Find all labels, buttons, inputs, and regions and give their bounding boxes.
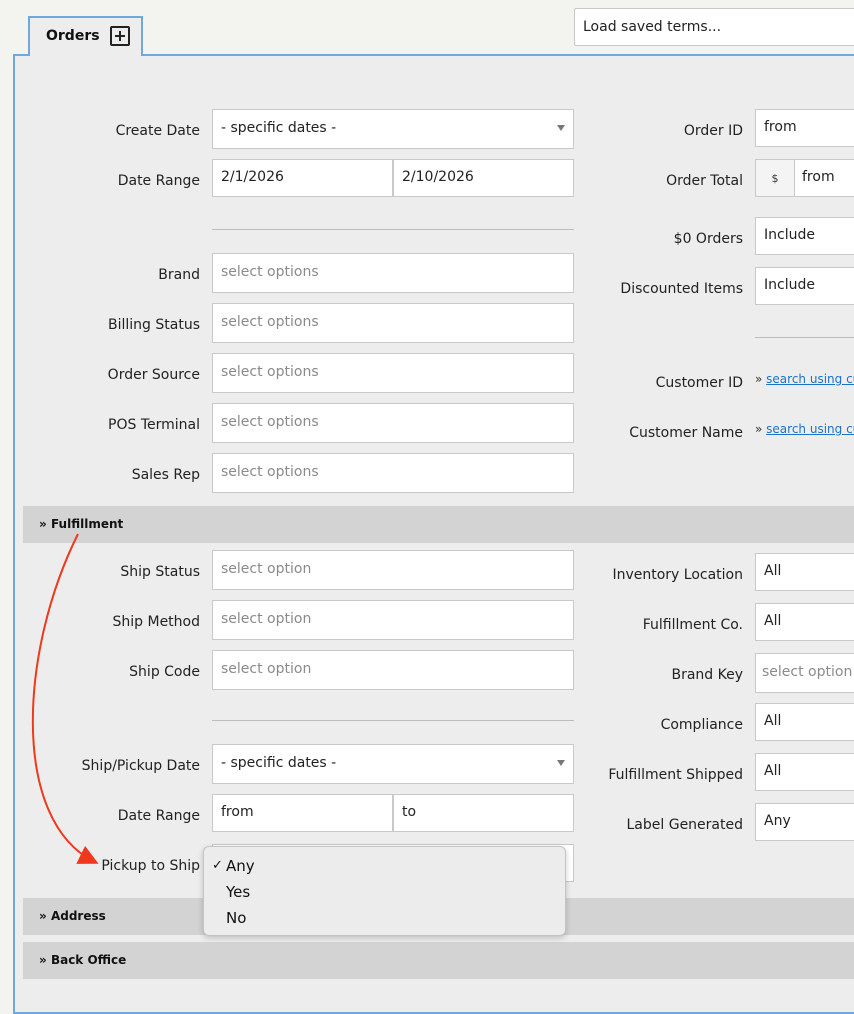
label-generated-label: Label Generated [626, 817, 744, 833]
divider [212, 229, 574, 230]
date-range-to-input[interactable]: 2/10/2026 [393, 159, 574, 197]
option-label: No [226, 909, 247, 927]
brand-key-placeholder: select option [762, 664, 853, 680]
sales-rep-label: Sales Rep [131, 467, 200, 483]
chevron-down-icon [557, 125, 565, 131]
order-id-from-input[interactable]: from [755, 109, 854, 147]
order-id-label: Order ID [683, 123, 743, 139]
chevron-double-right-icon: » [39, 909, 47, 923]
back-office-section-title: » Back Office [39, 953, 126, 967]
fulfillment-co-select[interactable]: All [755, 603, 854, 641]
fulfillment-date-from-input[interactable]: from [212, 794, 393, 832]
address-section-title: » Address [39, 909, 106, 923]
fulfillment-section-header[interactable]: » Fulfillment [23, 506, 854, 543]
ship-method-select[interactable]: select option [212, 600, 574, 640]
brand-placeholder: select options [221, 264, 319, 280]
dropdown-option-no[interactable]: No [204, 905, 565, 931]
customer-name-label: Customer Name [629, 425, 743, 441]
brand-multiselect[interactable]: select options [212, 253, 574, 293]
back-office-section-header[interactable]: » Back Office [23, 942, 854, 979]
customer-id-search-link[interactable]: search using cu [766, 372, 854, 386]
fulfillment-shipped-label: Fulfillment Shipped [608, 767, 743, 783]
customer-name-search: » search using cu [755, 422, 854, 436]
order-total-from-input[interactable]: $ from [755, 159, 854, 197]
divider [755, 337, 854, 338]
order-source-label: Order Source [107, 367, 200, 383]
dropdown-option-any[interactable]: ✓ Any [204, 853, 565, 879]
fulfillment-shipped-select[interactable]: All [755, 753, 854, 791]
back-office-title-text: Back Office [50, 953, 127, 967]
load-saved-terms-select[interactable]: Load saved terms... [574, 8, 854, 46]
compliance-label: Compliance [660, 717, 743, 733]
ship-code-select[interactable]: select option [212, 650, 574, 690]
inventory-location-select[interactable]: All [755, 553, 854, 591]
fulfillment-section-title: » Fulfillment [39, 517, 123, 531]
ship-code-placeholder: select option [221, 661, 312, 677]
pos-terminal-label: POS Terminal [108, 417, 200, 433]
fulfillment-date-to-input[interactable]: to [393, 794, 574, 832]
fulfillment-co-label: Fulfillment Co. [642, 617, 743, 633]
compliance-select[interactable]: All [755, 703, 854, 741]
order-total-value: from [802, 169, 835, 185]
link-arrow-icon: » [755, 422, 763, 436]
order-source-multiselect[interactable]: select options [212, 353, 574, 393]
discounted-items-select[interactable]: Include [755, 267, 854, 305]
ship-pickup-date-label: Ship/Pickup Date [81, 758, 200, 774]
ship-pickup-date-select[interactable]: - specific dates - [212, 744, 574, 784]
fulfillment-title-text: Fulfillment [50, 517, 124, 531]
brand-label: Brand [158, 267, 200, 283]
ship-method-placeholder: select option [221, 611, 312, 627]
label-generated-select[interactable]: Any [755, 803, 854, 841]
customer-id-search: » search using cu [755, 372, 854, 386]
pos-terminal-placeholder: select options [221, 414, 319, 430]
currency-addon: $ [756, 160, 795, 196]
address-title-text: Address [50, 909, 106, 923]
pickup-to-ship-dropdown: ✓ Any Yes No [203, 846, 566, 936]
divider [212, 720, 574, 721]
tab-orders[interactable]: Orders [28, 16, 143, 56]
chevron-double-right-icon: » [39, 953, 47, 967]
brand-key-label: Brand Key [671, 667, 743, 683]
option-label: Any [226, 857, 255, 875]
billing-status-placeholder: select options [221, 314, 319, 330]
pickup-to-ship-label: Pickup to Ship [101, 858, 200, 874]
create-date-label: Create Date [115, 123, 200, 139]
ship-pickup-date-value: - specific dates - [221, 755, 337, 771]
option-label: Yes [226, 883, 251, 901]
discounted-items-label: Discounted Items [620, 281, 743, 297]
zero-orders-label: $0 Orders [673, 231, 743, 247]
date-range-from-input[interactable]: 2/1/2026 [212, 159, 393, 197]
billing-status-label: Billing Status [108, 317, 200, 333]
ship-code-label: Ship Code [129, 664, 200, 680]
chevron-down-icon [557, 760, 565, 766]
order-source-placeholder: select options [221, 364, 319, 380]
create-date-value: - specific dates - [221, 120, 337, 136]
sales-rep-multiselect[interactable]: select options [212, 453, 574, 493]
order-total-label: Order Total [666, 173, 743, 189]
ship-status-select[interactable]: select option [212, 550, 574, 590]
brand-key-select[interactable]: select option [755, 653, 854, 693]
ship-status-placeholder: select option [221, 561, 312, 577]
pos-terminal-multiselect[interactable]: select options [212, 403, 574, 443]
link-arrow-icon: » [755, 372, 763, 386]
tab-orders-label: Orders [46, 28, 100, 44]
ship-method-label: Ship Method [112, 614, 201, 630]
zero-orders-select[interactable]: Include [755, 217, 854, 255]
date-range-label: Date Range [117, 173, 200, 189]
inventory-location-label: Inventory Location [612, 567, 743, 583]
create-date-select[interactable]: - specific dates - [212, 109, 574, 149]
checkmark-icon: ✓ [212, 858, 223, 873]
billing-status-multiselect[interactable]: select options [212, 303, 574, 343]
chevron-double-down-icon: » [39, 517, 47, 531]
customer-name-search-link[interactable]: search using cu [766, 422, 854, 436]
sales-rep-placeholder: select options [221, 464, 319, 480]
dropdown-option-yes[interactable]: Yes [204, 879, 565, 905]
customer-id-label: Customer ID [655, 375, 743, 391]
ship-status-label: Ship Status [120, 564, 200, 580]
add-tab-icon[interactable] [110, 26, 130, 46]
fulfillment-date-range-label: Date Range [117, 808, 200, 824]
